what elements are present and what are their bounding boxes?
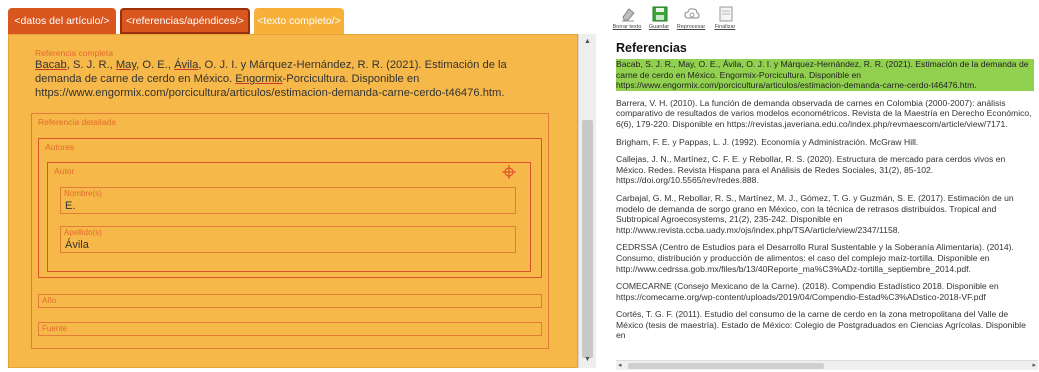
fuente-field[interactable]: Fuente — [38, 322, 542, 336]
hscrollbar-thumb[interactable] — [628, 363, 824, 369]
reference-item-selected[interactable]: Bacab, S. J. R., May, O. E., Ávila, O. J… — [616, 59, 1034, 91]
references-panel: Referencias Bacab, S. J. R., May, O. E.,… — [616, 38, 1038, 368]
reference-item[interactable]: CEDRSSA (Centro de Estudios para el Desa… — [616, 242, 1034, 274]
autores-legend: Autores — [45, 142, 75, 152]
save-icon — [652, 6, 668, 22]
app-window: <datos del artículo/> <referencias/apénd… — [0, 0, 1039, 372]
references-title: Referencias — [616, 41, 687, 55]
reprocesar-label: Reprocesar — [676, 24, 706, 30]
borrar-texto-label: Borrar texto — [612, 24, 642, 30]
guardar-button[interactable]: Guardar — [644, 4, 674, 34]
reference-item[interactable]: Barrera, V. H. (2010). La función de dem… — [616, 98, 1034, 130]
finalizar-label: Finalizar — [714, 24, 736, 30]
misspelled-word: Ávila — [174, 59, 199, 71]
ref-text-segment: , S. J. R., — [66, 59, 116, 71]
referencia-completa-field[interactable]: Referencia completa Bacab, S. J. R., May… — [31, 47, 551, 105]
move-icon[interactable] — [502, 165, 516, 179]
nombre-legend: Nombre(s) — [64, 189, 102, 198]
referencia-completa-text[interactable]: Bacab, S. J. R., May, O. E., Ávila, O. J… — [35, 58, 553, 101]
borrar-texto-button[interactable]: Borrar texto — [612, 4, 642, 34]
apellido-field[interactable]: Apellido(s) Ávila — [60, 226, 516, 253]
scroll-right-arrow-icon[interactable]: ▸ — [1032, 361, 1036, 369]
reprocess-cloud-icon — [684, 8, 700, 19]
anio-field[interactable]: Año — [38, 294, 542, 308]
nombre-field[interactable]: Nombre(s) E. — [60, 187, 516, 214]
nombre-value: E. — [65, 200, 76, 212]
editor-scrollbar[interactable]: ▲ ▼ — [578, 34, 596, 368]
tab-datos-articulo[interactable]: <datos del artículo/> — [8, 8, 116, 34]
autor-legend: Autor — [54, 166, 75, 176]
editor-pane: <datos del artículo/> <referencias/apénd… — [8, 6, 596, 368]
tab-texto-completo[interactable]: <texto completo/> — [254, 8, 344, 34]
misspelled-word: Engormix — [235, 73, 283, 86]
referencia-completa-legend: Referencia completa — [35, 48, 113, 58]
referencia-detallada-group: Referencia detallada Autores Autor Nombr… — [31, 113, 549, 349]
references-list: Bacab, S. J. R., May, O. E., Ávila, O. J… — [616, 59, 1034, 348]
tab-bar: <datos del artículo/> <referencias/apénd… — [8, 6, 596, 34]
preview-pane: Borrar texto Guardar Reprocesar Finaliza… — [612, 0, 1039, 372]
reference-item[interactable]: Callejas, J. N., Martínez, C. F. E. y Re… — [616, 154, 1034, 186]
reference-item[interactable]: COMECARNE (Consejo Mexicano de la Carne)… — [616, 281, 1034, 302]
apellido-legend: Apellido(s) — [64, 228, 102, 237]
document-icon — [719, 6, 733, 22]
reprocesar-button[interactable]: Reprocesar — [676, 4, 706, 34]
guardar-label: Guardar — [648, 24, 670, 30]
scroll-down-arrow-icon[interactable]: ▼ — [584, 356, 591, 363]
autores-group: Autores Autor Nombre(s) E. Apellido(s) Á… — [38, 138, 542, 278]
eraser-icon — [622, 8, 635, 22]
scroll-up-arrow-icon[interactable]: ▲ — [584, 38, 591, 45]
misspelled-word: May — [115, 59, 137, 71]
scrollbar-thumb[interactable] — [582, 120, 593, 358]
editor-canvas: Referencia completa Bacab, S. J. R., May… — [8, 34, 578, 368]
referencia-detallada-legend: Referencia detallada — [38, 117, 116, 127]
reference-item[interactable]: Carbajal, G. M., Rebollar, R. S., Martín… — [616, 193, 1034, 235]
fuente-legend: Fuente — [42, 324, 67, 333]
finalizar-button[interactable]: Finalizar — [710, 4, 740, 34]
reference-item[interactable]: Brigham, F. E. y Pappas, L. J. (1992). E… — [616, 137, 1034, 148]
anio-legend: Año — [42, 296, 57, 305]
ref-text-segment: , O. E., — [136, 59, 175, 71]
scroll-left-arrow-icon[interactable]: ◂ — [618, 361, 622, 369]
misspelled-word: Bacab — [35, 59, 67, 71]
autor-group: Autor Nombre(s) E. Apellido(s) Ávila — [47, 162, 531, 272]
toolbar: Borrar texto Guardar Reprocesar Finaliza… — [612, 4, 752, 36]
reference-item[interactable]: Cortés, T. G. F. (2011). Estudio del con… — [616, 309, 1034, 341]
tab-referencias-apendices[interactable]: <referencias/apéndices/> — [120, 8, 250, 34]
apellido-value: Ávila — [65, 239, 89, 251]
references-hscrollbar[interactable]: ◂ ▸ — [616, 360, 1038, 370]
